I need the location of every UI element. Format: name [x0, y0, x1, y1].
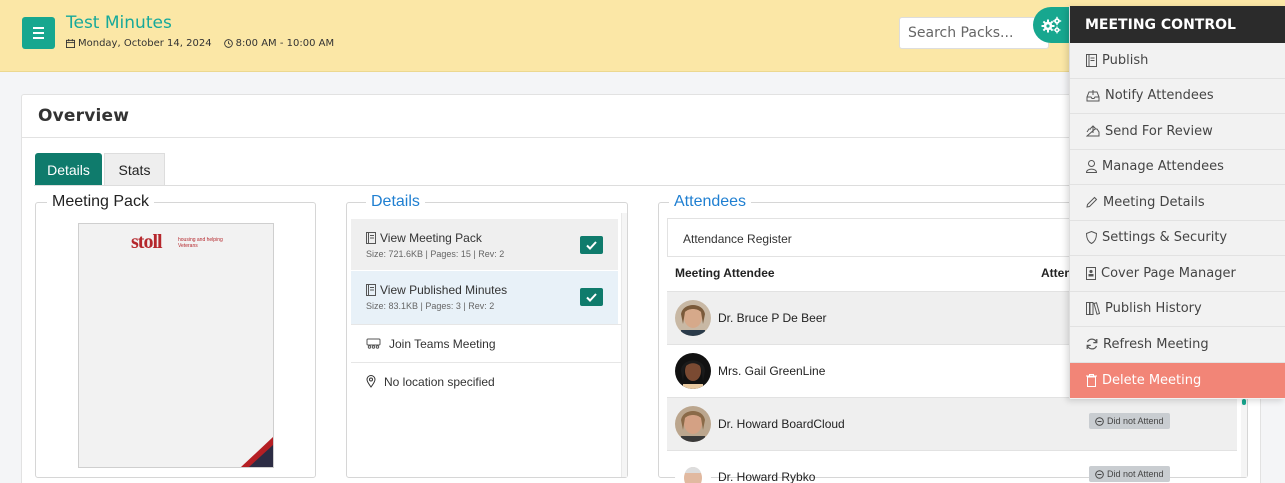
cover-page-manager-label: Cover Page Manager [1101, 265, 1236, 281]
meeting-time: 8:00 AM - 10:00 AM [235, 38, 335, 49]
map-pin-icon [366, 375, 376, 388]
details-legend: Details [366, 193, 425, 211]
menu-line [33, 27, 44, 29]
meeting-datetime: Monday, October 14, 2024 8:00 AM - 10:00… [66, 38, 334, 49]
location-item: No location specified [351, 362, 621, 400]
stoll-logo: stoll [131, 231, 163, 253]
meeting-pack-legend: Meeting Pack [47, 193, 154, 211]
gears-icon [1041, 16, 1062, 34]
status-badge-label: Did not Attend [1107, 416, 1164, 426]
meeting-pack-check-button[interactable] [580, 236, 603, 254]
upload-tray-icon [1086, 125, 1100, 137]
attendee-name: Dr. Bruce P De Beer [718, 311, 827, 325]
hamburger-menu-button[interactable] [22, 17, 55, 49]
meeting-pack-panel: Meeting Pack stoll housing and helping V… [35, 193, 316, 478]
settings-security-menu-item[interactable]: Settings & Security [1070, 221, 1285, 256]
attendees-legend: Attendees [669, 193, 752, 211]
status-badge: Did not Attend [1089, 466, 1170, 482]
tab-details[interactable]: Details [35, 153, 102, 186]
status-badge: Did not Attend [1089, 413, 1170, 429]
avatar [675, 406, 711, 442]
meeting-control-panel: MEETING CONTROL Publish Notify Attendees… [1069, 6, 1285, 399]
attendee-name: Mrs. Gail GreenLine [718, 364, 826, 378]
teams-meeting-icon [366, 338, 381, 349]
scrollbar-thumb[interactable] [1242, 399, 1246, 405]
delete-meeting-menu-item[interactable]: Delete Meeting [1070, 362, 1285, 398]
meeting-attendee-column-header: Meeting Attendee [675, 266, 775, 280]
shield-icon [1086, 231, 1097, 245]
calendar-icon [66, 39, 75, 48]
attendee-row[interactable]: Dr. Howard BoardCloud Did not Attend [667, 397, 1237, 450]
search-packs-input[interactable] [899, 17, 1049, 49]
id-card-icon [1086, 266, 1096, 280]
attendee-row[interactable]: Dr. Howard Rybko Did not Attend [667, 450, 1237, 483]
send-for-review-menu-item[interactable]: Send For Review [1070, 114, 1285, 150]
cover-corner-decoration-dark [249, 445, 273, 467]
publish-label: Publish [1102, 52, 1149, 68]
join-teams-meeting-item[interactable]: Join Teams Meeting [351, 324, 621, 362]
notify-attendees-menu-item[interactable]: Notify Attendees [1070, 79, 1285, 114]
books-icon [1086, 302, 1100, 316]
refresh-meeting-menu-item[interactable]: Refresh Meeting [1070, 327, 1285, 363]
minus-circle-icon [1095, 416, 1104, 426]
view-published-minutes-label: View Published Minutes [380, 283, 508, 297]
meeting-control-toggle-button[interactable] [1033, 7, 1071, 43]
user-icon [1086, 160, 1097, 174]
details-panel: Details View Meeting Pack Size: 721.6KB … [346, 193, 628, 478]
tab-stats[interactable]: Stats [104, 153, 165, 186]
minus-circle-icon [1095, 469, 1104, 479]
attendee-name: Dr. Howard Rybko [718, 470, 816, 483]
avatar [675, 353, 711, 389]
check-icon [586, 292, 597, 302]
meeting-pack-meta: Size: 721.6KB | Pages: 15 | Rev: 2 [366, 249, 505, 259]
publish-history-label: Publish History [1105, 301, 1202, 317]
inbox-icon [1086, 89, 1100, 102]
meeting-details-label: Meeting Details [1103, 194, 1205, 210]
avatar [675, 459, 711, 483]
status-badge-label: Did not Attend [1107, 469, 1164, 479]
meeting-pack-cover-preview[interactable]: stoll housing and helping Veterans [78, 223, 274, 468]
overview-title: Overview [38, 106, 130, 126]
menu-line [33, 32, 44, 34]
notify-attendees-label: Notify Attendees [1105, 88, 1214, 104]
published-minutes-meta: Size: 83.1KB | Pages: 3 | Rev: 2 [366, 301, 495, 311]
pencil-icon [1086, 197, 1098, 208]
menu-line [33, 37, 44, 39]
trash-icon [1086, 373, 1097, 387]
attendance-column-header: Atten [1041, 266, 1072, 280]
view-meeting-pack-item[interactable]: View Meeting Pack Size: 721.6KB | Pages:… [351, 219, 618, 270]
cover-page-manager-menu-item[interactable]: Cover Page Manager [1070, 256, 1285, 292]
document-icon [366, 284, 376, 296]
delete-meeting-label: Delete Meeting [1102, 372, 1202, 388]
check-icon [586, 240, 597, 250]
publish-menu-item[interactable]: Publish [1070, 43, 1285, 79]
meeting-date: Monday, October 14, 2024 [78, 38, 212, 49]
published-minutes-check-button[interactable] [580, 288, 603, 306]
avatar [675, 300, 711, 336]
publish-history-menu-item[interactable]: Publish History [1070, 292, 1285, 327]
manage-attendees-label: Manage Attendees [1102, 159, 1224, 175]
join-teams-meeting-label: Join Teams Meeting [389, 336, 496, 351]
logo-tagline: housing and helping Veterans [178, 237, 223, 249]
meeting-details-menu-item[interactable]: Meeting Details [1070, 185, 1285, 221]
meeting-title: Test Minutes [66, 13, 172, 33]
send-for-review-label: Send For Review [1105, 123, 1213, 139]
document-icon [1086, 53, 1097, 67]
refresh-icon [1086, 338, 1098, 350]
location-label: No location specified [384, 374, 495, 389]
document-icon [366, 232, 376, 244]
attendance-register-button[interactable]: Attendance Register [667, 218, 1127, 257]
settings-security-label: Settings & Security [1102, 230, 1228, 246]
view-published-minutes-item[interactable]: View Published Minutes Size: 83.1KB | Pa… [351, 271, 618, 324]
manage-attendees-menu-item[interactable]: Manage Attendees [1070, 150, 1285, 185]
clock-icon [223, 39, 233, 48]
tab-divider [34, 185, 1249, 186]
view-meeting-pack-label: View Meeting Pack [380, 231, 482, 245]
details-scrollbar[interactable] [621, 213, 627, 477]
refresh-meeting-label: Refresh Meeting [1103, 336, 1209, 352]
attendee-name: Dr. Howard BoardCloud [718, 417, 845, 431]
meeting-control-title: MEETING CONTROL [1070, 6, 1285, 43]
